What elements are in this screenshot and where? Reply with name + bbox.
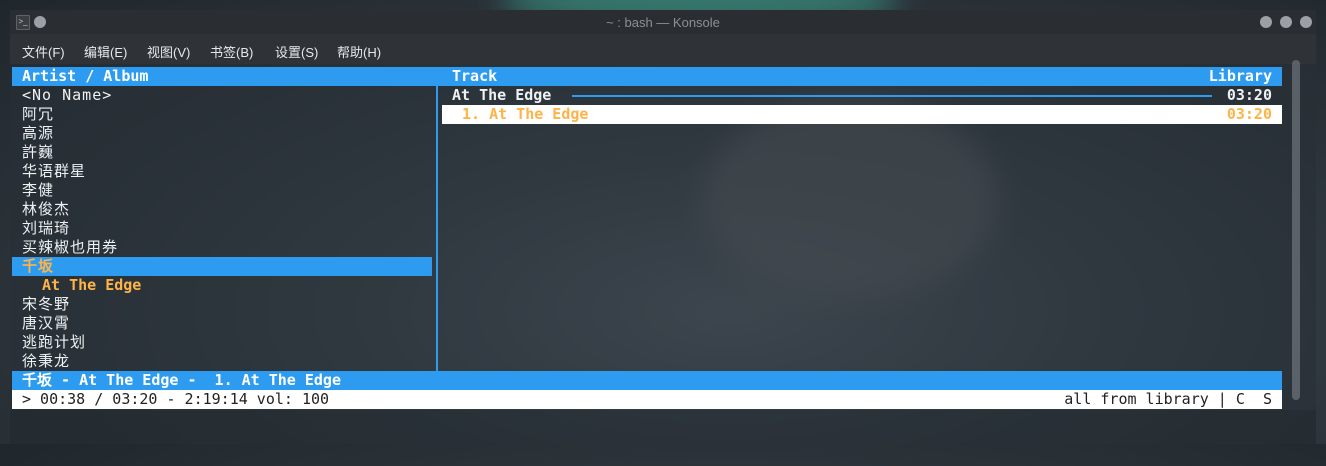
maximize-button[interactable]	[1280, 16, 1292, 28]
pane-divider	[436, 86, 438, 371]
playback-progress: > 00:38 / 03:20 - 2:19:14 vol: 100	[22, 390, 330, 408]
artist-item[interactable]: <No Name>	[22, 86, 112, 105]
menu-help[interactable]: 帮助(H)	[337, 42, 381, 61]
track-row-selected[interactable]: 1. At The Edge 03:20	[442, 105, 1282, 124]
artist-item[interactable]: 唐汉霄	[22, 314, 70, 333]
artist-item[interactable]: 徐秉龙	[22, 352, 70, 371]
menu-bar: 文件(F) 编辑(E) 视图(V) 书签(B) 设置(S) 帮助(H)	[10, 34, 1316, 64]
terminal-area[interactable]: Artist / Album Track Library <No Name> 阿…	[12, 67, 1282, 409]
menu-bookmarks[interactable]: 书签(B)	[210, 42, 253, 61]
menu-file[interactable]: 文件(F)	[22, 42, 65, 61]
artist-item[interactable]: 宋冬野	[22, 295, 70, 314]
artist-item[interactable]: 許巍	[22, 143, 54, 162]
menu-edit[interactable]: 编辑(E)	[84, 42, 127, 61]
artist-item[interactable]: 阿冗	[22, 105, 54, 124]
artist-item[interactable]: 林俊杰	[22, 200, 70, 219]
artist-album-header: Artist / Album	[22, 67, 149, 85]
track-header: Track	[452, 67, 498, 85]
artist-item[interactable]: 逃跑计划	[22, 333, 86, 352]
artist-item[interactable]: 李健	[22, 181, 54, 200]
album-rule	[572, 95, 1212, 97]
artist-item-selected[interactable]: 千坂	[12, 257, 432, 276]
album-title: At The Edge	[452, 86, 552, 104]
artist-item[interactable]: 华语群星	[22, 162, 86, 181]
track-duration: 03:20	[1226, 105, 1272, 123]
album-item[interactable]: At The Edge	[42, 276, 141, 295]
playback-mode: all from library | C S	[1064, 390, 1272, 408]
playback-status-bar: > 00:38 / 03:20 - 2:19:14 vol: 100 all f…	[12, 390, 1282, 409]
menu-settings[interactable]: 设置(S)	[275, 42, 318, 61]
scrollbar[interactable]	[1292, 60, 1300, 400]
konsole-window: >_ ~ : bash — Konsole 文件(F) 编辑(E) 视图(V) …	[10, 10, 1316, 444]
artist-item[interactable]: 买辣椒也用券	[22, 238, 118, 257]
title-bar[interactable]: >_ ~ : bash — Konsole	[10, 10, 1316, 34]
artist-item[interactable]: 刘瑞琦	[22, 219, 70, 238]
minimize-button[interactable]	[1260, 16, 1272, 28]
album-duration: 03:20	[1226, 86, 1272, 104]
pane-header: Artist / Album Track Library	[12, 67, 1282, 86]
library-header: Library	[1208, 67, 1272, 85]
close-button[interactable]	[1300, 16, 1312, 28]
now-playing-bar: 千坂 - At The Edge - 1. At The Edge	[12, 371, 1282, 390]
window-title: ~ : bash — Konsole	[606, 15, 720, 30]
terminal-empty-area	[10, 410, 1316, 444]
artist-item[interactable]: 高源	[22, 124, 54, 143]
menu-view[interactable]: 视图(V)	[147, 42, 190, 61]
track-title: 1. At The Edge	[462, 105, 589, 123]
